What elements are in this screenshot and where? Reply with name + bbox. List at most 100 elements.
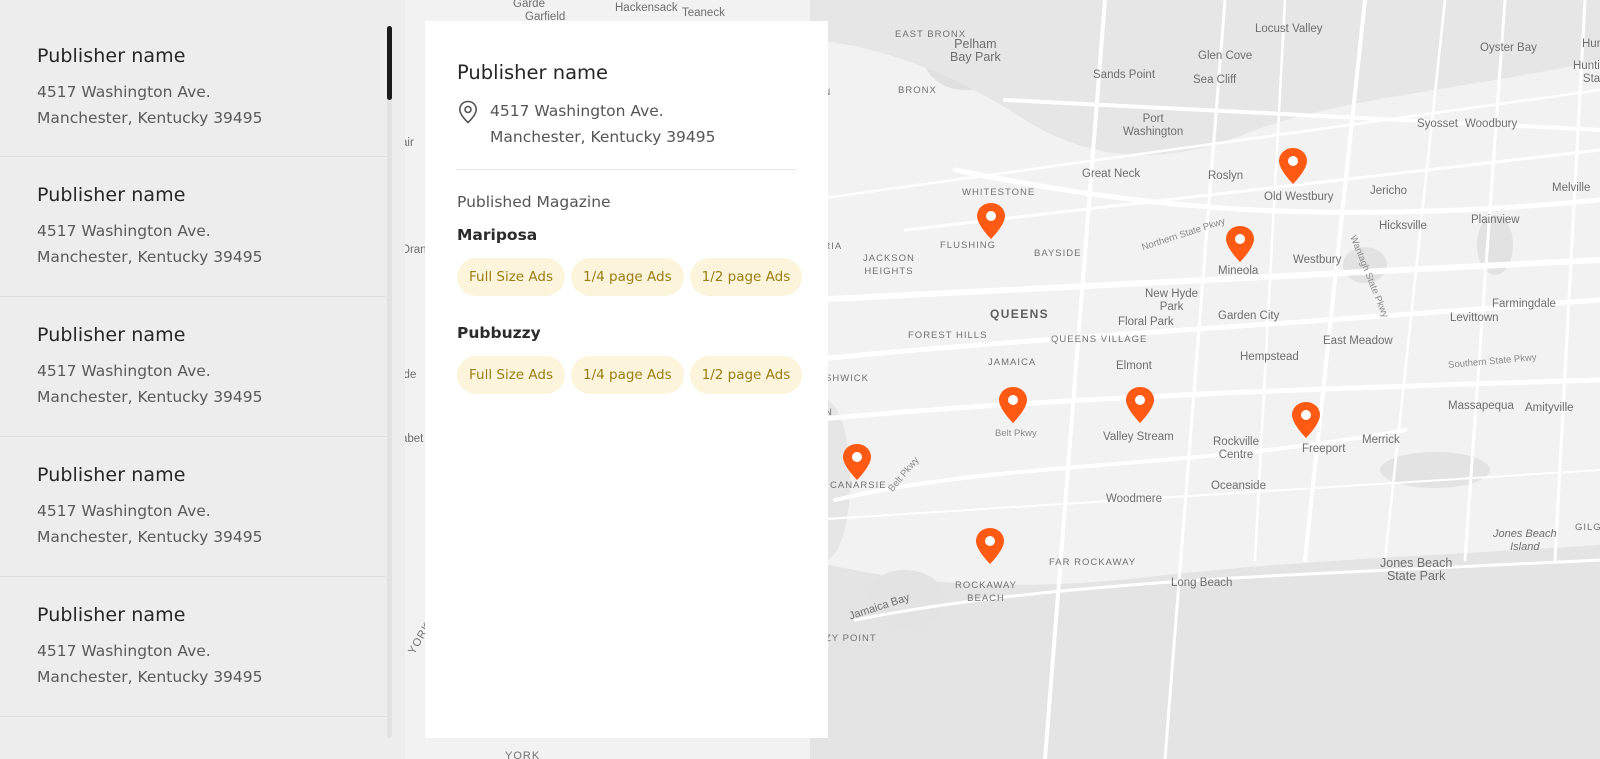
publisher-address: 4517 Washington Ave. Manchester, Kentuck… [37, 362, 263, 406]
map-label: BAYSIDE [1034, 248, 1082, 259]
map-label: Massapequa [1448, 400, 1514, 412]
magazine-name: Pubbuzzy [457, 324, 541, 342]
map-label: FAR ROCKAWAY [1049, 557, 1137, 568]
map-label: abet [405, 433, 424, 445]
map-label: Plainview [1471, 214, 1520, 226]
map-label: Elmont [1116, 360, 1152, 372]
map-label: Huntington Station [1573, 60, 1600, 85]
publisher-name: Publisher name [37, 324, 186, 346]
map-label: ROCKAWAY BEACH [955, 580, 1018, 604]
publisher-list-panel: Publisher name 4517 Washington Ave. Manc… [0, 0, 405, 759]
map-label: Huntington [1582, 38, 1600, 50]
map-label: FOREST HILLS [908, 330, 988, 341]
map-marker-pin-icon[interactable] [1226, 226, 1254, 262]
map-label: Hicksville [1379, 220, 1427, 232]
ad-tag-chip[interactable]: 1/4 page Ads [570, 258, 684, 296]
map-label: Freeport [1302, 443, 1346, 455]
ad-tag-chip[interactable]: 1/2 page Ads [689, 356, 803, 394]
map-label: Oyster Bay [1480, 42, 1537, 54]
map-label: Pelham Bay Park [950, 37, 1001, 64]
map-label: Belt Pkwy [995, 428, 1037, 439]
map-label: Jericho [1370, 185, 1408, 197]
publisher-address: 4517 Washington Ave. Manchester, Kentuck… [37, 502, 263, 546]
map-label: Oceanside [1211, 480, 1266, 492]
map-label: Sea Cliff [1193, 74, 1237, 86]
map-label: Rockville Centre [1213, 436, 1260, 461]
map-label: East Meadow [1323, 335, 1393, 347]
publisher-address: 4517 Washington Ave. Manchester, Kentuck… [37, 83, 263, 127]
map-label: Levittown [1450, 312, 1499, 324]
ad-tag-chip[interactable]: Full Size Ads [457, 356, 565, 394]
published-magazine-label: Published Magazine [457, 193, 611, 211]
map-label: Oran [405, 244, 427, 256]
map-marker-pin-icon[interactable] [999, 387, 1027, 423]
publisher-list-item[interactable]: Publisher name 4517 Washington Ave. Manc… [0, 297, 387, 437]
map-label: Garden City [1218, 310, 1280, 322]
ad-tag-chip[interactable]: 1/2 page Ads [689, 258, 803, 296]
map-label: QUEENS [990, 307, 1050, 321]
map-label: Mineola [1218, 265, 1259, 277]
ad-tags: Full Size Ads 1/4 page Ads 1/2 page Ads [457, 356, 803, 394]
map-label: Valley Stream [1103, 431, 1174, 443]
map-label: ide [405, 369, 417, 381]
publisher-detail-card: Publisher name 4517 Washington Ave. Manc… [425, 21, 828, 738]
map-label: FLUSHING [940, 240, 997, 251]
map-label: Woodmere [1106, 493, 1163, 505]
map-label: Jones Beach Island [1493, 528, 1557, 553]
map-marker-pin-icon[interactable] [1126, 387, 1154, 423]
map-label: CANARSIE [830, 480, 887, 491]
detail-publisher-name: Publisher name [457, 61, 609, 84]
map-label: Floral Park [1118, 316, 1174, 328]
map-label: BRONX [898, 85, 937, 96]
divider [457, 169, 796, 170]
publisher-name: Publisher name [37, 184, 186, 206]
publisher-name: Publisher name [37, 464, 186, 486]
map-label: QUEENS VILLAGE [1051, 334, 1148, 345]
map-label: JACKSON HEIGHTS [863, 253, 915, 277]
map-marker-pin-icon[interactable] [1292, 402, 1320, 438]
publisher-name: Publisher name [37, 604, 186, 626]
map-label: Amityville [1525, 402, 1574, 414]
map-label: New Hyde Park [1145, 288, 1199, 313]
map-label: ZY POINT [825, 633, 877, 644]
map-marker-pin-icon[interactable] [976, 528, 1004, 564]
detail-address-row: 4517 Washington Ave. Manchester, Kentuck… [457, 98, 796, 150]
map-label: Westbury [1293, 254, 1342, 266]
map-label: Melville [1552, 182, 1591, 194]
map-label: WHITESTONE [962, 187, 1036, 198]
publisher-list[interactable]: Publisher name 4517 Washington Ave. Manc… [0, 17, 387, 742]
publisher-name: Publisher name [37, 45, 186, 67]
map-label: Sands Point [1093, 69, 1156, 81]
map-label: air [405, 137, 414, 149]
publisher-list-item[interactable]: Publisher name 4517 Washington Ave. Manc… [0, 17, 387, 157]
publisher-address: 4517 Washington Ave. Manchester, Kentuck… [37, 222, 263, 266]
map-label: Farmingdale [1492, 298, 1556, 310]
list-scrollbar[interactable] [387, 26, 392, 738]
publisher-list-item[interactable]: Publisher name 4517 Washington Ave. Manc… [0, 437, 387, 577]
map-label: YORK [505, 750, 541, 759]
map-marker-pin-icon[interactable] [843, 444, 871, 480]
map-label: Glen Cove [1198, 50, 1253, 62]
map-label: Woodbury [1465, 118, 1518, 130]
map-marker-pin-icon[interactable] [977, 203, 1005, 239]
publisher-address: 4517 Washington Ave. Manchester, Kentuck… [37, 642, 263, 686]
map-label: Great Neck [1082, 168, 1141, 180]
map-label: Old Westbury [1264, 191, 1334, 203]
detail-address: 4517 Washington Ave. Manchester, Kentuck… [490, 102, 716, 146]
magazine-name: Mariposa [457, 226, 538, 244]
scrollbar-thumb[interactable] [387, 26, 392, 100]
publisher-list-item[interactable]: Publisher name 4517 Washington Ave. Manc… [0, 577, 387, 717]
map-label: Roslyn [1208, 170, 1244, 182]
map-label: JAMAICA [988, 357, 1037, 368]
ad-tags: Full Size Ads 1/4 page Ads 1/2 page Ads [457, 258, 803, 296]
map-marker-pin-icon[interactable] [1279, 148, 1307, 184]
publisher-list-item[interactable]: Publisher name 4517 Washington Ave. Manc… [0, 157, 387, 297]
app-root: Garde Garfield Hackensack Teaneck EAST B… [0, 0, 1600, 759]
map-label: Garde [513, 0, 545, 10]
map-label: GILGO [1575, 522, 1600, 533]
ad-tag-chip[interactable]: 1/4 page Ads [570, 356, 684, 394]
ad-tag-chip[interactable]: Full Size Ads [457, 258, 565, 296]
map-label: Locust Valley [1255, 23, 1323, 35]
map-label: Jones Beach State Park [1380, 556, 1453, 583]
map-label: Syosset [1417, 118, 1458, 130]
